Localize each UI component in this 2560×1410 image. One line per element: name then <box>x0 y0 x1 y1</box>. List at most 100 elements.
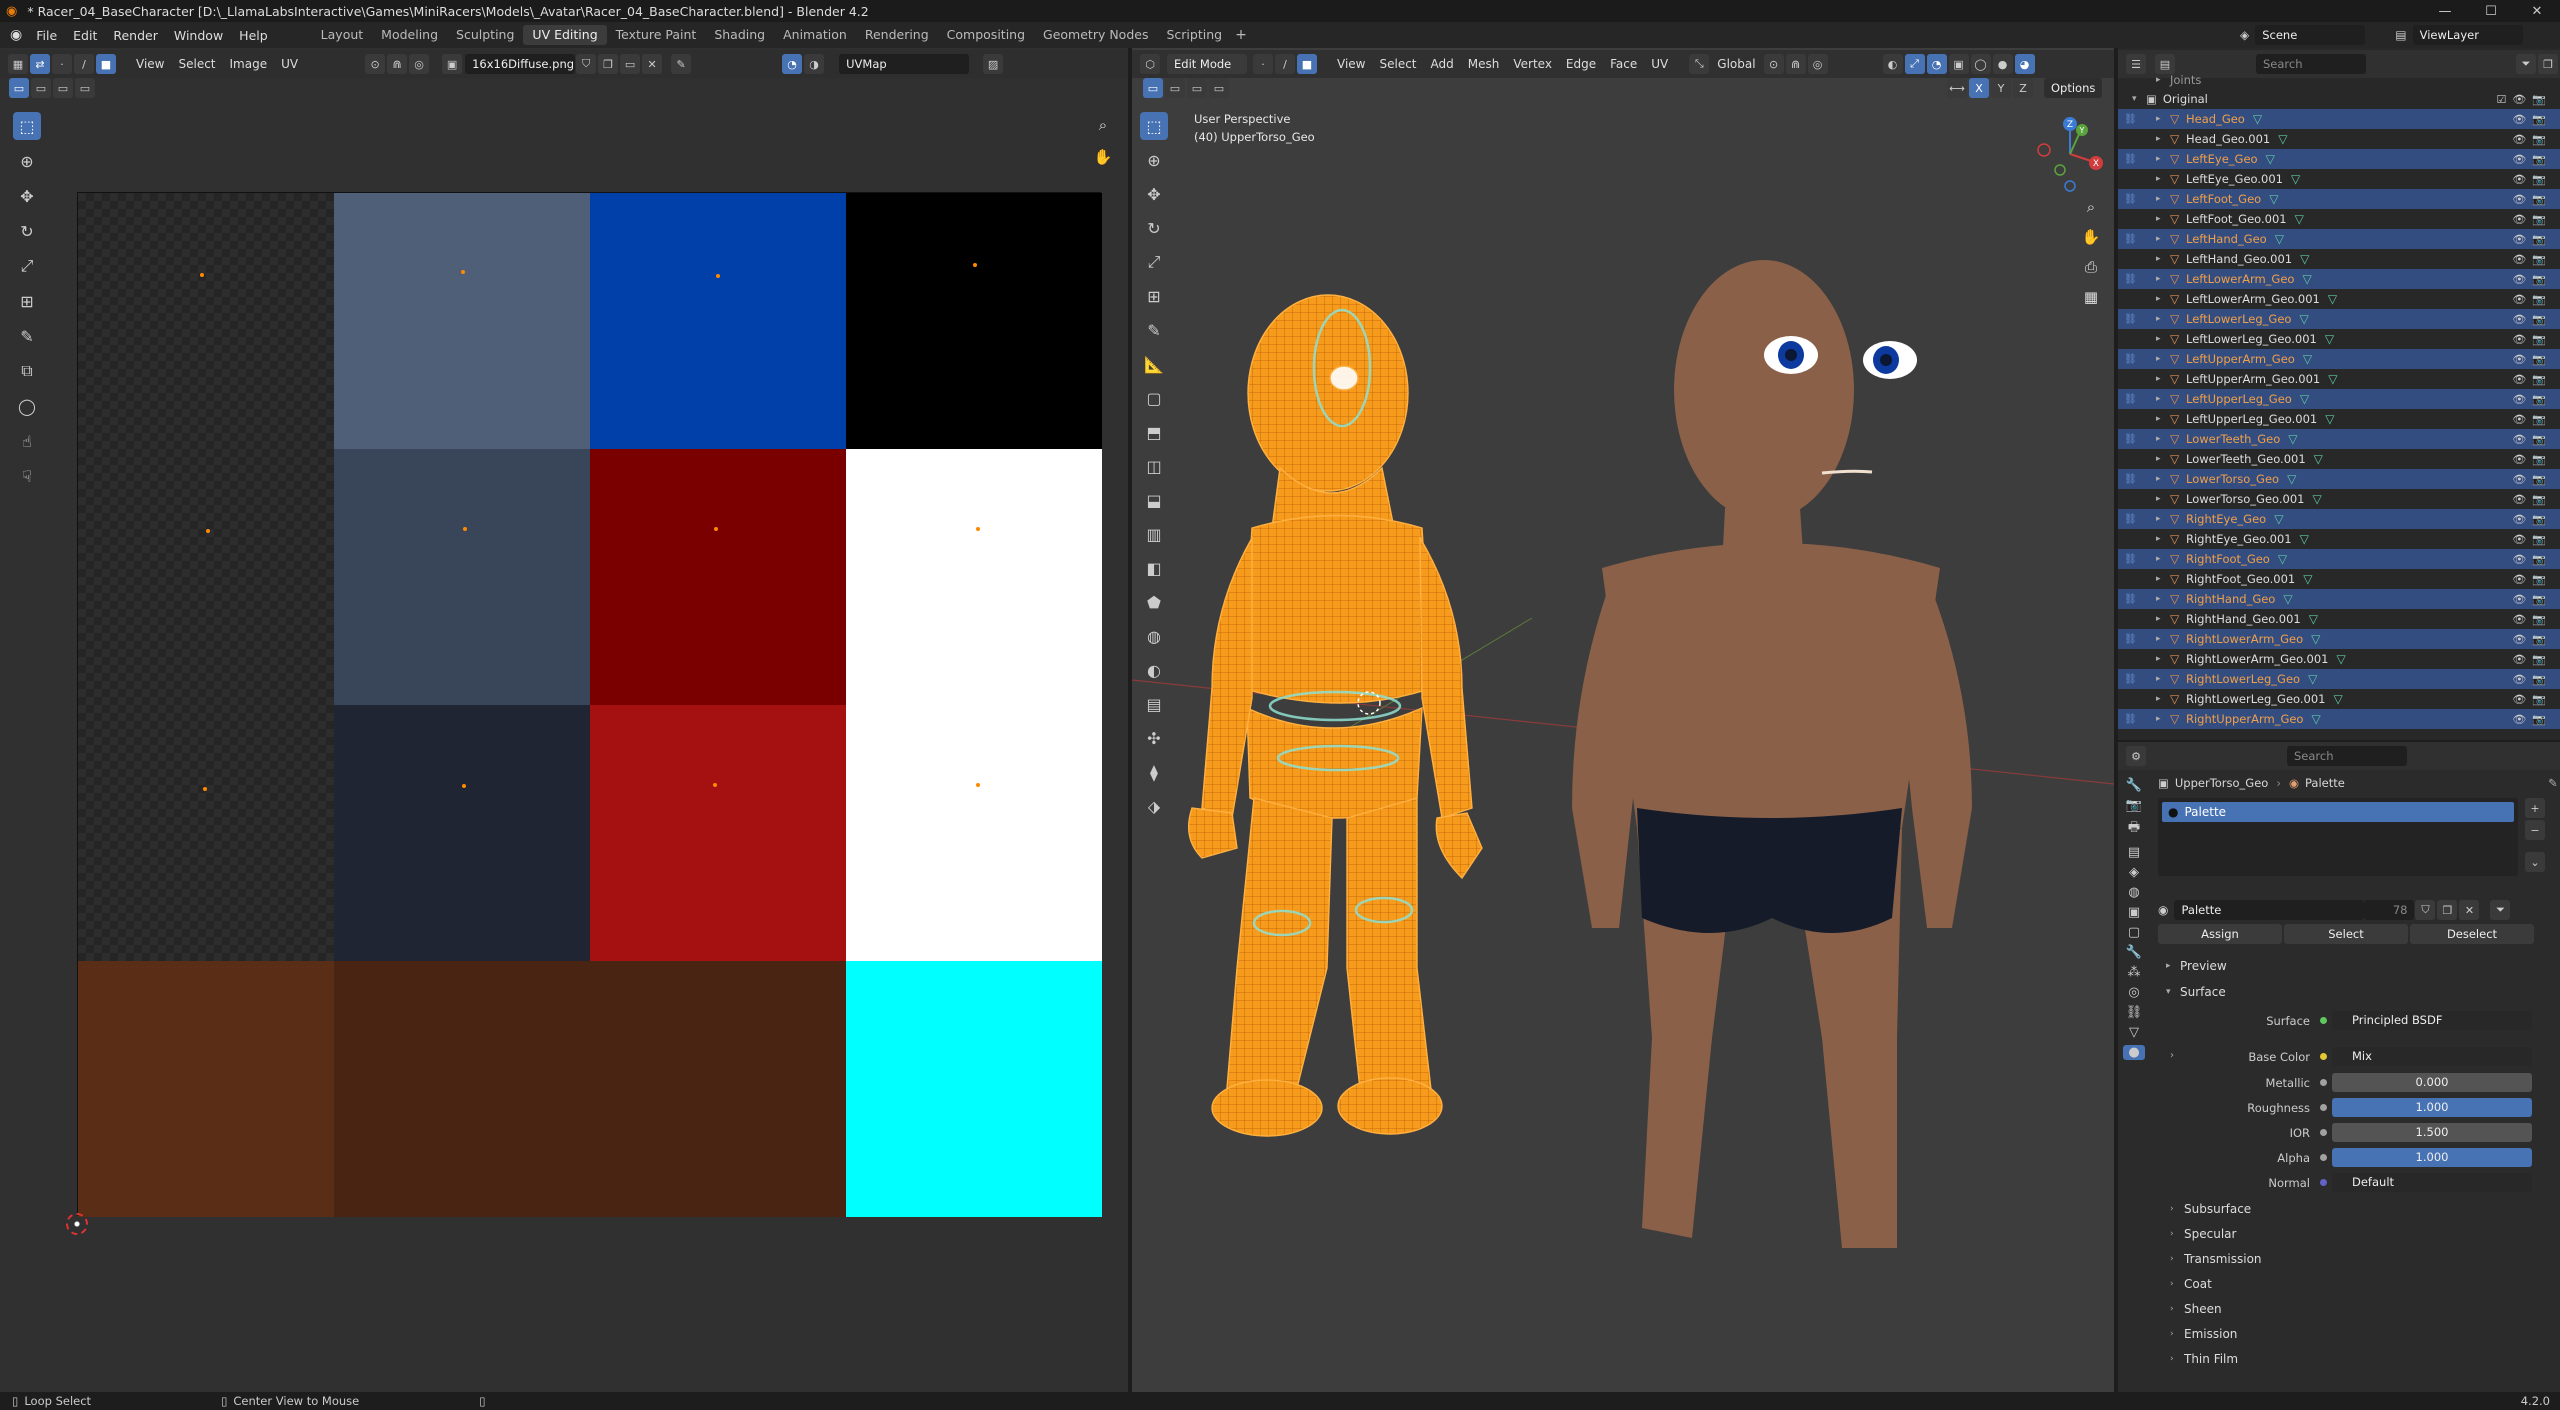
uv-menu-uv[interactable]: UV <box>274 57 305 71</box>
2d-cursor-icon[interactable] <box>66 1213 88 1235</box>
mesh-data-icon[interactable]: ▽ <box>2302 272 2311 286</box>
visibility-toggles[interactable]: 👁📷 <box>2512 533 2552 546</box>
uv-image-canvas[interactable] <box>77 192 1102 1217</box>
fake-user-icon[interactable]: ⛉ <box>576 54 597 74</box>
visibility-toggles[interactable]: 👁📷 <box>2512 373 2552 386</box>
unlink-material-icon[interactable]: ✕ <box>2459 900 2480 920</box>
tab-texture-paint[interactable]: Texture Paint <box>607 25 706 45</box>
visibility-toggles[interactable]: 👁📷 <box>2512 193 2552 206</box>
roughness-slider[interactable]: 1.000 <box>2332 1098 2532 1117</box>
maximize-button[interactable]: ☐ <box>2468 0 2514 22</box>
visibility-toggles[interactable]: 👁📷 <box>2512 233 2552 246</box>
visibility-toggles[interactable]: 👁📷 <box>2512 393 2552 406</box>
expand-arrow-icon[interactable]: ▸ <box>2156 634 2170 644</box>
relax-tool-icon[interactable]: ☝ <box>13 427 41 455</box>
open-image-icon[interactable]: ▭ <box>620 54 641 74</box>
tab-rendering[interactable]: Rendering <box>856 25 938 45</box>
uv-vertex-dot[interactable] <box>714 527 718 531</box>
link-icon[interactable]: ⛓ <box>2124 114 2137 125</box>
expand-arrow-icon[interactable]: ▸ <box>2156 234 2170 244</box>
link-icon[interactable]: ⛓ <box>2124 714 2137 725</box>
uv-vertex-dot[interactable] <box>206 529 210 533</box>
mesh-data-icon[interactable]: ▽ <box>2266 152 2275 166</box>
object-tab-icon[interactable]: ▢ <box>2128 925 2140 940</box>
vp-camera-icon[interactable]: ⎙ <box>2078 254 2104 280</box>
expand-arrow-icon[interactable]: ▸ <box>2156 534 2170 544</box>
uv-vertex-dot[interactable] <box>203 787 207 791</box>
properties-editor-type-icon[interactable]: ⚙ <box>2126 746 2146 766</box>
uv-sync-icon[interactable]: ⇄ <box>30 54 50 74</box>
subpanel-header[interactable]: › Specular <box>2164 1223 2554 1245</box>
snap-icon[interactable]: ⋒ <box>387 54 408 74</box>
uv-vertex-dot[interactable] <box>716 274 720 278</box>
mesh-data-icon[interactable]: ▽ <box>2253 112 2262 126</box>
expand-arrow-icon[interactable]: ▸ <box>2156 314 2170 324</box>
link-icon[interactable]: ⛓ <box>2124 674 2137 685</box>
visibility-toggles[interactable]: 👁📷 <box>2512 493 2552 506</box>
outliner-row[interactable]: ⛓ ▸ ▽ LeftEye_Geo ▽ 👁📷 <box>2118 149 2560 169</box>
mesh-data-icon[interactable]: ▽ <box>2274 512 2283 526</box>
face-select-icon[interactable]: ■ <box>96 54 116 74</box>
outliner-row[interactable]: ⛓ ▸ ▽ RightHand_Geo ▽ 👁📷 <box>2118 589 2560 609</box>
link-icon[interactable]: ⛓ <box>2124 154 2137 165</box>
uv-menu-image[interactable]: Image <box>223 57 275 71</box>
edge-select-icon[interactable]: / <box>74 54 94 74</box>
pan-hand-icon[interactable]: ✋ <box>1090 144 1116 170</box>
render-tab-icon[interactable]: 📷 <box>2126 798 2142 813</box>
outliner-row[interactable]: ▸ ▽ RightHand_Geo.001 ▽ 👁📷 <box>2118 609 2560 629</box>
expand-arrow-icon[interactable]: ▸ <box>2156 174 2170 184</box>
link-icon[interactable]: ⛓ <box>2124 234 2137 245</box>
mesh-data-icon[interactable]: ▽ <box>2300 532 2309 546</box>
uv-vertex-dot[interactable] <box>713 783 717 787</box>
tab-scripting[interactable]: Scripting <box>1157 25 1231 45</box>
tab-animation[interactable]: Animation <box>774 25 856 45</box>
visibility-toggles[interactable]: ☑👁📷 <box>2496 93 2552 106</box>
visibility-toggles[interactable]: 👁📷 <box>2512 173 2552 186</box>
mesh-data-icon[interactable]: ▽ <box>2283 592 2292 606</box>
visibility-toggles[interactable]: 👁📷 <box>2512 213 2552 226</box>
link-icon[interactable]: ⛓ <box>2124 274 2137 285</box>
subpanel-header[interactable]: › Emission <box>2164 1323 2554 1345</box>
visibility-toggles[interactable]: 👁📷 <box>2512 473 2552 486</box>
link-icon[interactable]: ⛓ <box>2124 554 2137 565</box>
menu-edit[interactable]: Edit <box>65 28 105 43</box>
link-icon[interactable]: ⛓ <box>2124 594 2137 605</box>
link-icon[interactable]: ⛓ <box>2124 314 2137 325</box>
scene-tab-icon[interactable]: ◈ <box>2129 865 2139 880</box>
image-name-field[interactable]: 16x16Diffuse.png <box>465 54 576 74</box>
select-box-tool-icon[interactable]: ⬚ <box>13 112 41 140</box>
visibility-toggles[interactable]: 👁📷 <box>2512 653 2552 666</box>
mesh-data-icon[interactable]: ▽ <box>2337 652 2346 666</box>
subpanel-header[interactable]: › Coat <box>2164 1273 2554 1295</box>
expand-arrow-icon[interactable]: ▸ <box>2156 194 2170 204</box>
visibility-toggles[interactable]: 👁📷 <box>2512 413 2552 426</box>
mesh-data-icon[interactable]: ▽ <box>2325 412 2334 426</box>
mesh-data-icon[interactable]: ▽ <box>2287 472 2296 486</box>
tab-layout[interactable]: Layout <box>312 25 373 45</box>
link-icon[interactable]: ⛓ <box>2124 474 2137 485</box>
mesh-data-icon[interactable]: ▽ <box>2313 492 2322 506</box>
mesh-data-icon[interactable]: ▽ <box>2328 292 2337 306</box>
outliner-row[interactable]: ▸ ▽ RightLowerArm_Geo.001 ▽ 👁📷 <box>2118 649 2560 669</box>
expand-arrow-icon[interactable]: ▸ <box>2156 414 2170 424</box>
mesh-data-icon[interactable]: ▽ <box>2300 252 2309 266</box>
tab-sculpting[interactable]: Sculpting <box>447 25 523 45</box>
uv-menu-view[interactable]: View <box>129 57 171 71</box>
outliner-row[interactable]: ▸ ▽ LeftEye_Geo.001 ▽ 👁📷 <box>2118 169 2560 189</box>
outliner-row[interactable]: ⛓ ▸ ▽ LeftFoot_Geo ▽ 👁📷 <box>2118 189 2560 209</box>
mesh-data-icon[interactable]: ▽ <box>2278 552 2287 566</box>
visibility-toggles[interactable]: 👁📷 <box>2512 513 2552 526</box>
particles-tab-icon[interactable]: ⁂ <box>2128 965 2141 980</box>
visibility-toggles[interactable]: 👁📷 <box>2512 273 2552 286</box>
data-tab-icon[interactable]: ▽ <box>2129 1025 2139 1040</box>
expand-arrow-icon[interactable]: ▸ <box>2156 154 2170 164</box>
outliner-row[interactable]: ▸ ▽ LeftLowerLeg_Geo.001 ▽ 👁📷 <box>2118 329 2560 349</box>
remove-slot-icon[interactable]: − <box>2525 820 2545 840</box>
scene-icon[interactable]: ◈ <box>2240 28 2249 42</box>
ior-field[interactable]: 1.500 <box>2332 1123 2532 1142</box>
browse-material-icon[interactable]: ◉ <box>2158 903 2168 917</box>
outliner-row[interactable]: ▸ ▽ RightEye_Geo.001 ▽ 👁📷 <box>2118 529 2560 549</box>
visibility-toggles[interactable]: 👁📷 <box>2512 693 2552 706</box>
proportional-icon[interactable]: ◎ <box>409 54 430 74</box>
editor-type-icon[interactable]: ▦ <box>8 54 28 74</box>
